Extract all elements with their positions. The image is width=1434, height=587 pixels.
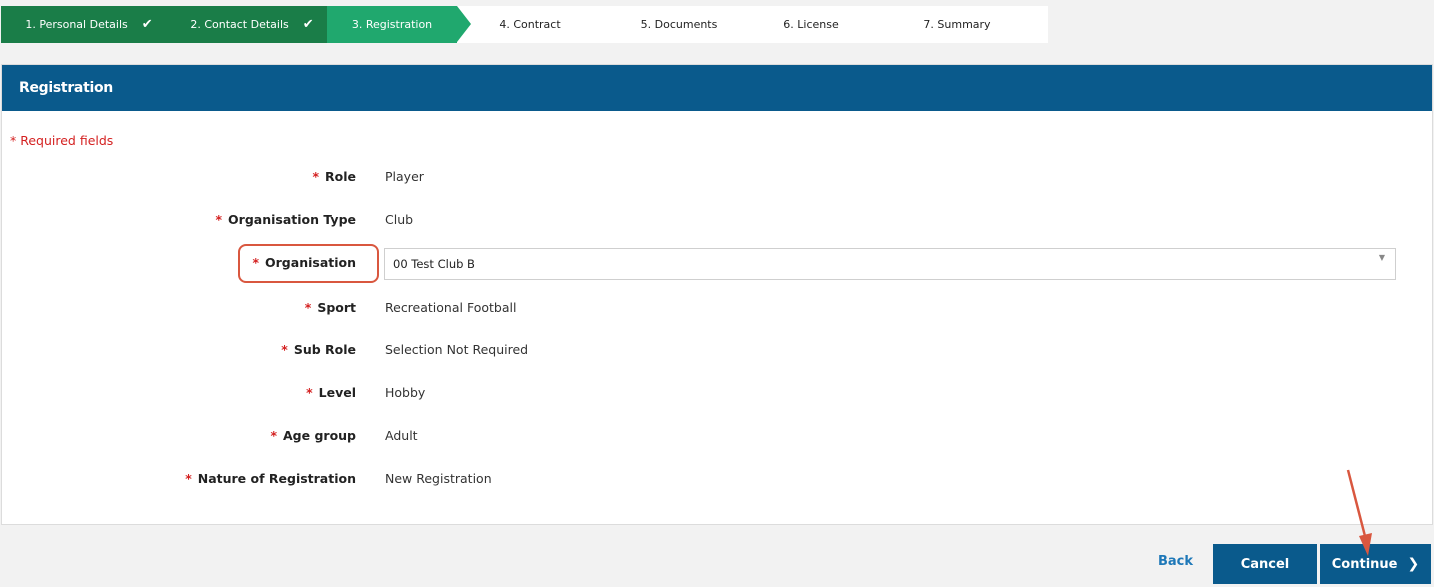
step-label: 1. Personal Details [25,18,128,31]
field-label-text: Role [325,169,356,184]
cancel-button[interactable]: Cancel [1213,544,1317,584]
required-star: * [306,385,313,400]
field-label: * Age group [270,426,356,446]
step-label: 4. Contract [499,18,561,31]
checkmark-icon: ✔ [141,17,153,32]
checkmark-icon: ✔ [302,17,314,32]
step-active-arrow [457,6,471,42]
form-row-sport: * Sport Recreational Football [2,298,1432,318]
required-star: * [312,169,320,184]
step-label: 2. Contact Details [190,18,289,31]
form-row-age-group: * Age group Adult [2,426,1432,446]
annotation-highlight-box [238,244,379,283]
step-label: 6. License [783,18,839,31]
continue-button[interactable]: Continue ❯ [1320,544,1431,584]
field-value-level: Hobby [385,385,426,400]
caret-down-icon: ▼ [1378,253,1385,262]
form-row-organisation-type: * Organisation Type Club [2,210,1432,230]
field-label-text: Organisation Type [228,212,356,227]
required-star: * [281,342,288,357]
panel-header: Registration [2,65,1432,111]
field-label: * Level [306,383,356,403]
step-contact-details[interactable]: 2. Contact Details ✔ [177,6,327,43]
required-star: * [270,428,277,443]
step-summary[interactable]: 7. Summary [887,6,1027,43]
field-value-sub-role: Selection Not Required [385,342,529,357]
field-label-text: Sub Role [293,342,356,357]
step-registration[interactable]: 3. Registration [327,6,457,43]
required-star: * [215,212,223,227]
field-label-text: Level [318,385,356,400]
back-link[interactable]: Back [1158,554,1193,569]
organisation-select-value: 00 Test Club B [393,257,475,271]
form-row-level: * Level Hobby [2,383,1432,403]
field-label-text: Age group [283,428,356,443]
step-label: 5. Documents [640,18,718,31]
field-value-role: Player [385,169,424,184]
field-label: * Organisation Type [216,210,357,230]
field-label: * Sport [305,298,356,318]
field-label: * Sub Role [281,340,356,360]
field-value-sport: Recreational Football [385,300,517,315]
step-label: 7. Summary [923,18,991,31]
step-contract[interactable]: 4. Contract [471,6,589,43]
progress-stepper: 1. Personal Details ✔ 2. Contact Details… [1,6,1048,43]
form-row-nature-of-registration: * Nature of Registration New Registration [2,469,1432,489]
step-documents[interactable]: 5. Documents [609,6,749,43]
continue-button-label: Continue [1331,556,1398,572]
field-label-text: Nature of Registration [197,471,356,486]
organisation-select[interactable]: 00 Test Club B ▼ [384,248,1396,280]
field-label: * Role [312,167,356,187]
form-row-role: * Role Player [2,167,1432,187]
field-value-nature-of-registration: New Registration [385,471,492,486]
field-label: * Nature of Registration [185,469,356,489]
field-value-age-group: Adult [385,428,418,443]
required-star: * [185,471,192,486]
panel-title: Registration [19,80,113,96]
field-value-organisation-type: Club [385,212,414,227]
required-fields-note: * Required fields [10,133,114,148]
chevron-right-icon: ❯ [1407,556,1420,572]
step-label: 3. Registration [351,18,433,31]
step-personal-details[interactable]: 1. Personal Details ✔ [1,6,177,43]
registration-panel: Registration * Required fields * Role Pla… [1,64,1433,525]
form-row-sub-role: * Sub Role Selection Not Required [2,340,1432,360]
required-star: * [304,300,312,315]
step-license[interactable]: 6. License [749,6,873,43]
field-label-text: Sport [317,300,356,315]
